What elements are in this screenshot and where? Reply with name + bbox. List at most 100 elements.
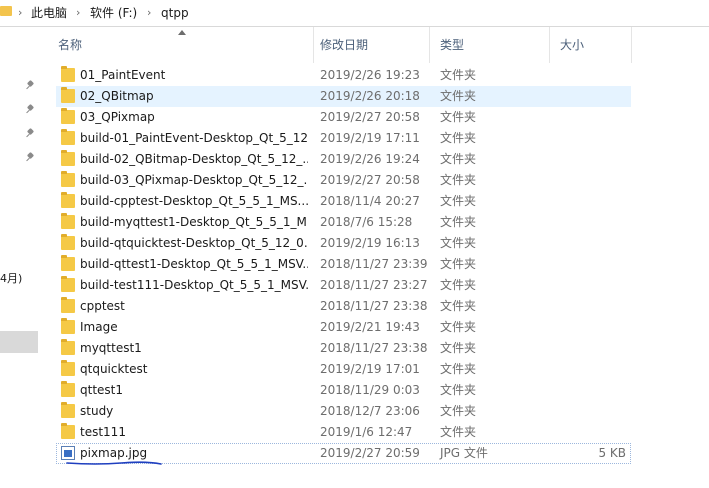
folder-icon [61, 297, 75, 313]
file-name: study [80, 404, 114, 418]
file-row[interactable]: build-test111-Desktop_Qt_5_5_1_MSV... 201… [56, 275, 631, 296]
folder-icon [61, 87, 75, 103]
file-type: 文件夹 [440, 383, 477, 397]
file-type: 文件夹 [440, 89, 477, 103]
file-row[interactable]: build-01_PaintEvent-Desktop_Qt_5_12... 20… [56, 128, 631, 149]
breadcrumb-this-pc[interactable]: 此电脑 [31, 5, 67, 21]
folder-icon [61, 66, 75, 82]
file-type: 文件夹 [440, 194, 477, 208]
column-headers: 名称 修改日期 类型 大小 [48, 27, 708, 63]
folder-icon [61, 276, 75, 292]
column-header-name[interactable]: 名称 [48, 27, 314, 63]
file-date-modified: 2019/2/26 19:24 [320, 152, 420, 166]
file-type: 文件夹 [440, 257, 477, 271]
file-date-modified: 2018/11/27 23:39 [320, 257, 428, 271]
file-row[interactable]: build-03_QPixmap-Desktop_Qt_5_12_... 2019… [56, 170, 631, 191]
file-name: build-qtquicktest-Desktop_Qt_5_12_0... [80, 236, 308, 250]
column-header-type[interactable]: 类型 [430, 27, 550, 63]
file-name: qttest1 [80, 383, 124, 397]
file-name: test111 [80, 425, 126, 439]
file-list: 01_PaintEvent 2019/2/26 19:23 文件夹 02_QBitma… [56, 65, 631, 464]
folder-icon [61, 381, 75, 397]
file-name: 01_PaintEvent [80, 68, 166, 82]
folder-icon [61, 129, 75, 145]
folder-icon [61, 171, 75, 187]
file-date-modified: 2019/2/26 20:18 [320, 89, 420, 103]
file-size: 5 KB [598, 446, 626, 460]
file-date-modified: 2019/2/19 17:11 [320, 131, 420, 145]
pin-icon[interactable] [26, 105, 34, 115]
file-row[interactable]: build-qtquicktest-Desktop_Qt_5_12_0... 20… [56, 233, 631, 254]
file-name: myqttest1 [80, 341, 142, 355]
column-header-size[interactable]: 大小 [550, 27, 632, 63]
file-name: 02_QBitmap [80, 89, 154, 103]
file-type: 文件夹 [440, 362, 477, 376]
file-row[interactable]: qttest1 2018/11/29 0:03 文件夹 [56, 380, 631, 401]
file-name: qtquicktest [80, 362, 148, 376]
file-date-modified: 2018/11/27 23:27 [320, 278, 428, 292]
file-date-modified: 2019/2/19 16:13 [320, 236, 420, 250]
file-row[interactable]: 02_QBitmap 2019/2/26 20:18 文件夹 [56, 86, 631, 107]
file-type: JPG 文件 [440, 446, 488, 460]
pin-icon[interactable] [26, 129, 34, 139]
file-row[interactable]: 01_PaintEvent 2019/2/26 19:23 文件夹 [56, 65, 631, 86]
file-name: cpptest [80, 299, 125, 313]
folder-icon [61, 255, 75, 271]
folder-icon [61, 339, 75, 355]
folder-icon [61, 318, 75, 334]
file-row[interactable]: build-02_QBitmap-Desktop_Qt_5_12_... 2019… [56, 149, 631, 170]
breadcrumb-separator: › [76, 6, 81, 19]
folder-icon [61, 213, 75, 229]
file-name: 03_QPixmap [80, 110, 155, 124]
file-date-modified: 2018/11/29 0:03 [320, 383, 420, 397]
breadcrumb-separator: › [147, 6, 152, 19]
file-date-modified: 2019/2/26 19:23 [320, 68, 420, 82]
nav-item-selected[interactable] [0, 331, 38, 353]
image-file-icon [61, 446, 75, 460]
folder-icon [61, 234, 75, 250]
nav-item-partial-label[interactable]: 4月) [0, 270, 22, 286]
breadcrumb-qtpp[interactable]: qtpp [161, 5, 189, 21]
file-type: 文件夹 [440, 68, 477, 82]
file-name: Image [80, 320, 118, 334]
file-date-modified: 2019/2/27 20:59 [320, 446, 420, 460]
file-row[interactable]: qtquicktest 2019/2/19 17:01 文件夹 [56, 359, 631, 380]
file-name: build-03_QPixmap-Desktop_Qt_5_12_... [80, 173, 308, 187]
file-date-modified: 2019/2/27 20:58 [320, 173, 420, 187]
file-type: 文件夹 [440, 152, 477, 166]
annotation-underline [66, 461, 162, 465]
file-row[interactable]: cpptest 2018/11/27 23:38 文件夹 [56, 296, 631, 317]
file-date-modified: 2018/12/7 23:06 [320, 404, 420, 418]
file-row[interactable]: build-cpptest-Desktop_Qt_5_5_1_MS... 2018… [56, 191, 631, 212]
pin-icon[interactable] [26, 81, 34, 91]
file-name: build-test111-Desktop_Qt_5_5_1_MSV... [80, 278, 308, 292]
file-date-modified: 2018/11/27 23:38 [320, 299, 428, 313]
file-row[interactable]: build-qttest1-Desktop_Qt_5_5_1_MSV... 201… [56, 254, 631, 275]
address-bar[interactable]: › 此电脑 › 软件 (F:) › qtpp [0, 0, 709, 27]
file-row[interactable]: Image 2019/2/21 19:43 文件夹 [56, 317, 631, 338]
file-date-modified: 2019/1/6 12:47 [320, 425, 413, 439]
file-row[interactable]: test111 2019/1/6 12:47 文件夹 [56, 422, 631, 443]
breadcrumb-drive-f[interactable]: 软件 (F:) [90, 5, 137, 21]
file-date-modified: 2019/2/27 20:58 [320, 110, 420, 124]
file-row[interactable]: myqttest1 2018/11/27 23:38 文件夹 [56, 338, 631, 359]
folder-icon [61, 150, 75, 166]
file-row[interactable]: 03_QPixmap 2019/2/27 20:58 文件夹 [56, 107, 631, 128]
file-date-modified: 2019/2/19 17:01 [320, 362, 420, 376]
folder-icon [61, 360, 75, 376]
file-date-modified: 2018/11/27 23:38 [320, 341, 428, 355]
file-name: build-qttest1-Desktop_Qt_5_5_1_MSV... [80, 257, 308, 271]
folder-icon [61, 192, 75, 208]
folder-icon [61, 108, 75, 124]
file-name: build-01_PaintEvent-Desktop_Qt_5_12... [80, 131, 308, 145]
breadcrumb-separator: › [18, 6, 23, 19]
file-row[interactable]: build-myqttest1-Desktop_Qt_5_5_1_M... 201… [56, 212, 631, 233]
file-type: 文件夹 [440, 299, 477, 313]
column-header-date[interactable]: 修改日期 [310, 27, 430, 63]
file-type: 文件夹 [440, 236, 477, 250]
pin-icon[interactable] [26, 153, 34, 163]
folder-icon [61, 423, 75, 439]
file-row[interactable]: study 2018/12/7 23:06 文件夹 [56, 401, 631, 422]
file-type: 文件夹 [440, 110, 477, 124]
file-type: 文件夹 [440, 320, 477, 334]
